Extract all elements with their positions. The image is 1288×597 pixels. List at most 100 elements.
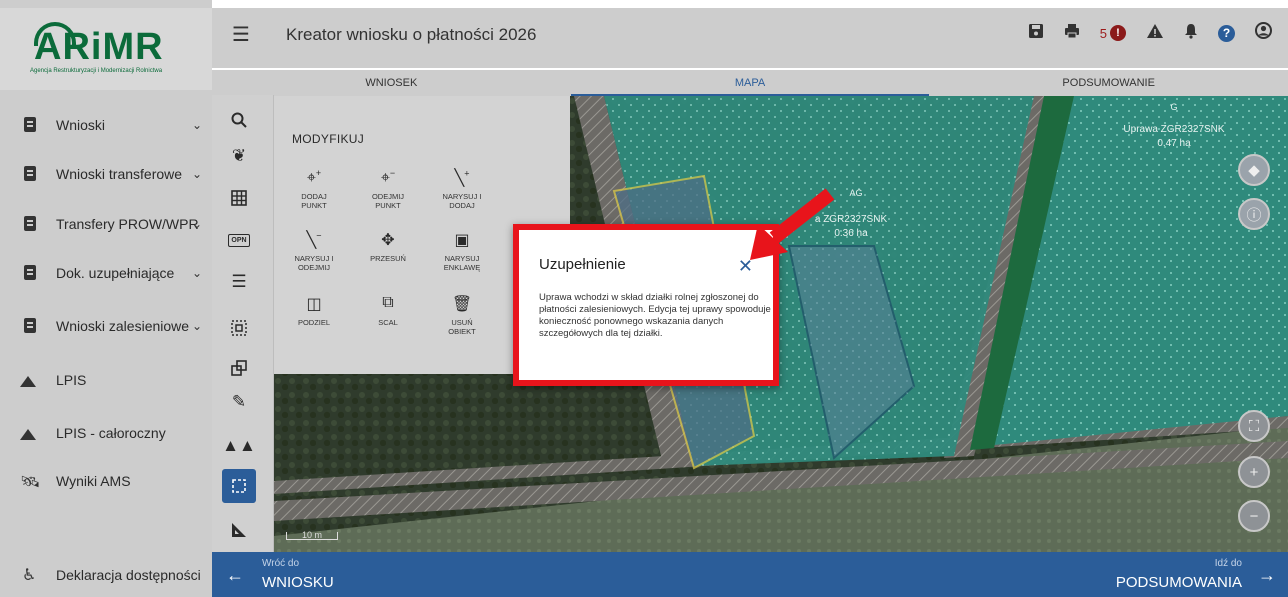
next-target: PODSUMOWANIA (1115, 574, 1242, 591)
next-button[interactable]: Idź do PODSUMOWANIA → (988, 552, 1288, 597)
move-button[interactable]: ✥ PRZESUŃ (348, 230, 428, 263)
grid-icon[interactable] (222, 181, 256, 215)
zoom-out-icon[interactable]: − (1238, 500, 1270, 532)
pencil-icon[interactable]: ✎ (222, 385, 256, 419)
info-icon[interactable]: ⓘ (1238, 198, 1270, 230)
draw-subtract-button[interactable]: ╲− NARYSUJ I ODEJMIJ (274, 230, 354, 272)
accessibility-icon: ♿ (22, 567, 37, 584)
split-button[interactable]: ◫ PODZIEL (274, 294, 354, 327)
remove-point-button[interactable]: ⌖− ODEJMIJ PUNKT (348, 168, 428, 210)
sidebar-item-label: Dok. uzupełniające (56, 265, 175, 281)
search-icon[interactable] (222, 103, 256, 137)
draw-subtract-icon: ╲− (306, 230, 322, 249)
print-icon[interactable] (1064, 23, 1080, 44)
list-icon[interactable]: ☰ (222, 265, 256, 299)
bell-icon[interactable] (1184, 23, 1198, 44)
remove-point-icon: ⌖− (380, 168, 396, 187)
merge-button[interactable]: ⧉ SCAL (348, 294, 428, 327)
save-icon[interactable] (1028, 23, 1044, 44)
parcel-label-crop: Uprawa ZGR2327SNK (1123, 124, 1224, 135)
errors-indicator[interactable]: 5 ! (1100, 25, 1126, 41)
dialog-message: Uprawa wchodzi w skład działki rolnej zg… (539, 292, 771, 339)
fullscreen-icon[interactable]: ⛶ (1238, 410, 1270, 442)
help-icon[interactable]: ? (1218, 24, 1235, 42)
forest-icon[interactable]: ▲▲ (222, 429, 256, 463)
add-point-button[interactable]: ⌖+ DODAJ PUNKT (274, 168, 354, 210)
draw-enclave-button[interactable]: ▣ NARYSUJ ENKLAWĘ (422, 230, 502, 272)
move-icon: ✥ (381, 232, 395, 249)
draw-add-button[interactable]: ╲+ NARYSUJ I DODAJ (422, 168, 502, 210)
arimr-logo[interactable]: ARiMR Agencja Restrukturyzacji i Moderni… (0, 8, 212, 90)
sidebar-item-transfery[interactable]: Transfery PROW/WPR ⌄ (0, 204, 212, 244)
layers-copy-icon[interactable] (222, 351, 256, 385)
wizard-tabs: WNIOSEK MAPA PODSUMOWANIE (212, 70, 1288, 96)
modify-panel-title: MODYFIKUJ (292, 132, 365, 146)
button-label: NARYSUJ I ODEJMIJ (294, 254, 334, 272)
sidebar-item-wnioski-transferowe[interactable]: Wnioski transferowe ⌄ (0, 154, 212, 194)
menu-icon[interactable]: ☰ (232, 22, 250, 47)
sidebar-item-dok-uzupelniajace[interactable]: Dok. uzupełniające ⌄ (0, 253, 212, 293)
wizard-navigation: ← Wróć do WNIOSKU Idź do PODSUMOWANIA → (212, 552, 1288, 597)
draw-add-icon: ╲+ (454, 168, 470, 187)
button-label: SCAL (378, 318, 398, 327)
sidebar-item-label: LPIS (56, 372, 87, 388)
layers-icon[interactable]: ◆ (1238, 154, 1270, 186)
user-icon[interactable] (1255, 22, 1272, 44)
sidebar-item-label: Wnioski zalesieniowe (56, 318, 190, 334)
sidebar-item-label: LPIS - całoroczny (56, 425, 166, 441)
accessibility-label: Deklaracja dostępności (56, 567, 201, 583)
button-label: NARYSUJ ENKLAWĘ (443, 254, 481, 272)
sidebar-item-label: Wnioski (56, 117, 106, 133)
sidebar-item-wnioski-zalesieniowe[interactable]: Wnioski zalesieniowe ⌄ (0, 306, 212, 346)
button-label: PRZESUŃ (370, 254, 406, 263)
sidebar-item-lpis[interactable]: LPIS (0, 360, 212, 400)
back-target: WNIOSKU (262, 574, 334, 591)
delete-icon: 🗑 (451, 296, 473, 313)
dialog-title: Uzupełnienie (539, 256, 626, 273)
header-actions: 5 ! ? (1028, 22, 1272, 44)
button-label: USUŃ OBIEKT (448, 318, 476, 336)
sidebar-item-wnioski[interactable]: Wnioski ⌄ (0, 105, 212, 145)
button-label: DODAJ PUNKT (301, 192, 327, 210)
split-icon: ◫ (306, 296, 322, 313)
clipboard-icon (24, 166, 38, 182)
app-header: ☰ Kreator wniosku o płatności 2026 5 ! ? (212, 8, 1288, 68)
logo-subtitle: Agencja Restrukturyzacji i Modernizacji … (30, 68, 163, 74)
tab-mapa[interactable]: MAPA (571, 70, 930, 96)
delete-object-button[interactable]: 🗑 USUŃ OBIEKT (422, 294, 502, 336)
sidebar: ARiMR Agencja Restrukturyzacji i Moderni… (0, 0, 212, 597)
selection-icon[interactable] (222, 311, 256, 345)
error-icon: ! (1110, 25, 1126, 41)
chevron-down-icon: ⌄ (191, 266, 202, 280)
enclave-icon: ▣ (454, 232, 470, 249)
tab-wniosek[interactable]: WNIOSEK (212, 70, 571, 96)
warning-icon[interactable] (1146, 23, 1164, 44)
map-scale: 10 m (286, 531, 338, 540)
arrow-right-icon: → (1258, 565, 1276, 585)
clipboard-icon (24, 265, 38, 281)
sidebar-item-wyniki-ams[interactable]: 🛰 Wyniki AMS (0, 461, 212, 501)
arrow-left-icon: ← (226, 565, 244, 585)
opn-icon[interactable]: OPN (222, 223, 256, 257)
plant-icon[interactable]: ❦ (222, 139, 256, 173)
measure-icon[interactable] (222, 513, 256, 547)
accessibility-link[interactable]: ♿ Deklaracja dostępności (0, 552, 212, 597)
clipboard-icon (24, 117, 38, 133)
zoom-in-icon[interactable]: + (1238, 456, 1270, 488)
clipboard-icon (24, 318, 38, 334)
chevron-down-icon: ⌄ (191, 319, 202, 333)
logo-wordmark: ARiMR (34, 26, 164, 68)
parcel-label-code: G (1170, 102, 1177, 112)
button-label: PODZIEL (297, 318, 331, 327)
mountain-icon (20, 376, 36, 392)
mountain-icon (20, 429, 36, 445)
satellite-icon: 🛰 (20, 474, 41, 491)
merge-icon: ⧉ (382, 294, 394, 311)
sidebar-item-label: Wnioski transferowe (56, 166, 183, 182)
sidebar-item-lpis-caloroczny[interactable]: LPIS - całoroczny (0, 413, 212, 453)
back-button[interactable]: ← Wróć do WNIOSKU (212, 552, 512, 597)
modify-icon[interactable] (222, 469, 256, 503)
button-label: ODEJMIJ PUNKT (371, 192, 405, 210)
tab-podsumowanie[interactable]: PODSUMOWANIE (929, 70, 1288, 96)
sidebar-item-label: Wyniki AMS (56, 473, 131, 489)
